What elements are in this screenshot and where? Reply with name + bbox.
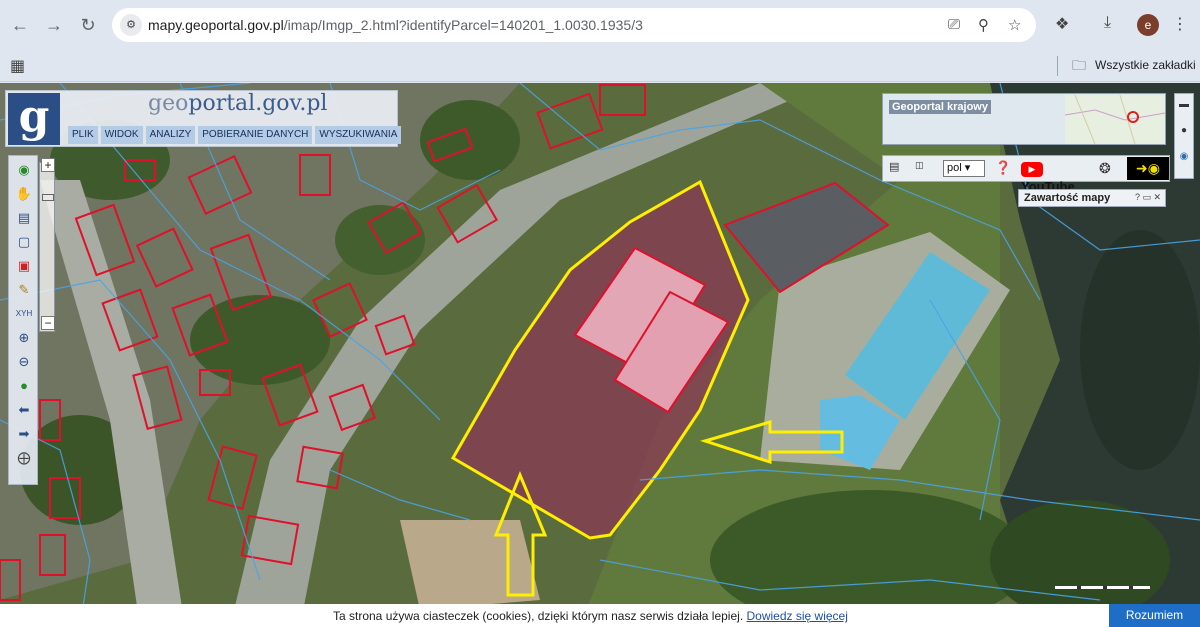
cookie-learn-more-link[interactable]: Dowiedz się więcej: [747, 609, 848, 623]
site-info-icon[interactable]: ⚙: [120, 14, 142, 36]
cookie-message: Ta strona używa ciasteczek (cookies), dz…: [333, 609, 848, 623]
wms-icon[interactable]: ◫: [915, 160, 924, 171]
back-arrow-icon[interactable]: ←: [8, 13, 32, 37]
map-scale-bar: [1055, 586, 1150, 589]
download-icon[interactable]: ⤓: [1104, 14, 1111, 32]
geoportal-header: g geoportal.gov.pl PLIK WIDOK ANALIZY PO…: [5, 90, 402, 147]
minimize-icon[interactable]: ▬: [1177, 98, 1191, 112]
dot-icon[interactable]: ●: [1177, 124, 1191, 138]
select-area-icon[interactable]: ▢: [14, 232, 34, 252]
remove-selection-icon[interactable]: ▣: [14, 256, 34, 276]
cookie-accept-button[interactable]: Rozumiem: [1109, 604, 1200, 627]
geoportal-title: geoportal.gov.pl: [148, 91, 328, 116]
help-icon[interactable]: ❓: [995, 160, 1011, 176]
cookie-bar: Ta strona używa ciasteczek (cookies), dz…: [0, 604, 1200, 627]
overview-label: Geoportal krajowy: [889, 100, 991, 114]
youtube-link[interactable]: ▶YouTube: [1021, 160, 1091, 194]
previous-view-icon[interactable]: ⬅: [14, 400, 34, 420]
all-bookmarks-link[interactable]: Wszystkie zakładki: [1095, 58, 1196, 72]
full-extent-icon[interactable]: ⨁: [14, 448, 34, 468]
menu-widok[interactable]: WIDOK: [100, 126, 143, 144]
next-view-icon[interactable]: ➡: [14, 424, 34, 444]
zoom-out-icon[interactable]: ⊖: [14, 352, 34, 372]
zoom-slider[interactable]: [39, 162, 55, 332]
geoportal-toolbar: ▤ ◫ pol ▾ ❓ ▶YouTube ❂ ➜◉: [882, 155, 1170, 194]
pencil-icon[interactable]: ✎: [14, 280, 34, 300]
geoportal-menu: PLIK WIDOK ANALIZY POBIERANIE DANYCH WYS…: [68, 126, 402, 144]
bookmarks-divider: [1057, 56, 1058, 76]
zoom-in-icon[interactable]: ⊕: [14, 328, 34, 348]
xyh-coordinates-icon[interactable]: XYH: [14, 304, 34, 324]
install-app-icon[interactable]: ⎚: [948, 16, 960, 33]
zoom-slider-thumb[interactable]: [42, 194, 54, 201]
menu-wyszukiwania[interactable]: WYSZUKIWANIA: [315, 126, 402, 144]
map-tools-panel: ◉ ✋ ▤ ▢ ▣ ✎ XYH ⊕ ⊖ ● ⬅ ➡ ⨁: [8, 155, 38, 485]
info-icon[interactable]: ◉: [14, 160, 34, 180]
print-icon[interactable]: ▤: [889, 160, 899, 173]
wheel-icon[interactable]: ❂: [1099, 160, 1111, 177]
panel-controls[interactable]: ? ▭ ✕: [1135, 192, 1161, 203]
geoportal-logo[interactable]: g: [8, 93, 60, 145]
menu-plik[interactable]: PLIK: [68, 126, 98, 144]
overview-map[interactable]: Geoportal krajowy: [882, 93, 1166, 145]
star-icon[interactable]: ☆: [1008, 16, 1021, 34]
side-controls: ▬ ● ◉: [1174, 93, 1194, 179]
avatar[interactable]: e: [1137, 14, 1159, 36]
content-panel-title: Zawartość mapy: [1024, 192, 1111, 204]
reload-icon[interactable]: ↻: [76, 13, 100, 37]
language-select[interactable]: pol ▾: [943, 160, 985, 177]
zoom-minus-button[interactable]: −: [41, 316, 55, 330]
puzzle-icon[interactable]: ❖: [1055, 14, 1069, 34]
url-text[interactable]: mapy.geoportal.gov.pl/imap/Imgp_2.html?i…: [148, 17, 643, 33]
address-bar[interactable]: ⚙ mapy.geoportal.gov.pl/imap/Imgp_2.html…: [112, 8, 1036, 42]
forward-arrow-icon[interactable]: →: [42, 13, 66, 37]
overview-thumbnail[interactable]: [1064, 94, 1165, 144]
youtube-play-icon: ▶: [1021, 162, 1043, 177]
pan-hand-icon[interactable]: ✋: [14, 184, 34, 204]
map-content-panel[interactable]: Zawartość mapy ? ▭ ✕: [1018, 189, 1166, 207]
magnifier-icon[interactable]: ⚲: [978, 16, 989, 34]
eye-icon[interactable]: ◉: [1177, 150, 1191, 164]
bookmarks-bar: ▦ 🗀 Wszystkie zakładki: [0, 50, 1200, 82]
menu-analizy[interactable]: ANALIZY: [145, 126, 196, 144]
globe-icon[interactable]: ●: [14, 376, 34, 396]
accessibility-eye-button[interactable]: ➜◉: [1127, 157, 1169, 180]
menu-kebab-icon[interactable]: ⋮: [1172, 14, 1188, 34]
browser-toolbar: ← → ↻ ⚙ mapy.geoportal.gov.pl/imap/Imgp_…: [0, 0, 1200, 50]
zoom-plus-button[interactable]: +: [41, 158, 55, 172]
grid-icon[interactable]: ▦: [10, 56, 25, 76]
layers-list-icon[interactable]: ▤: [14, 208, 34, 228]
folder-icon[interactable]: 🗀: [1072, 55, 1086, 79]
menu-pobieranie-danych[interactable]: POBIERANIE DANYCH: [198, 126, 313, 144]
